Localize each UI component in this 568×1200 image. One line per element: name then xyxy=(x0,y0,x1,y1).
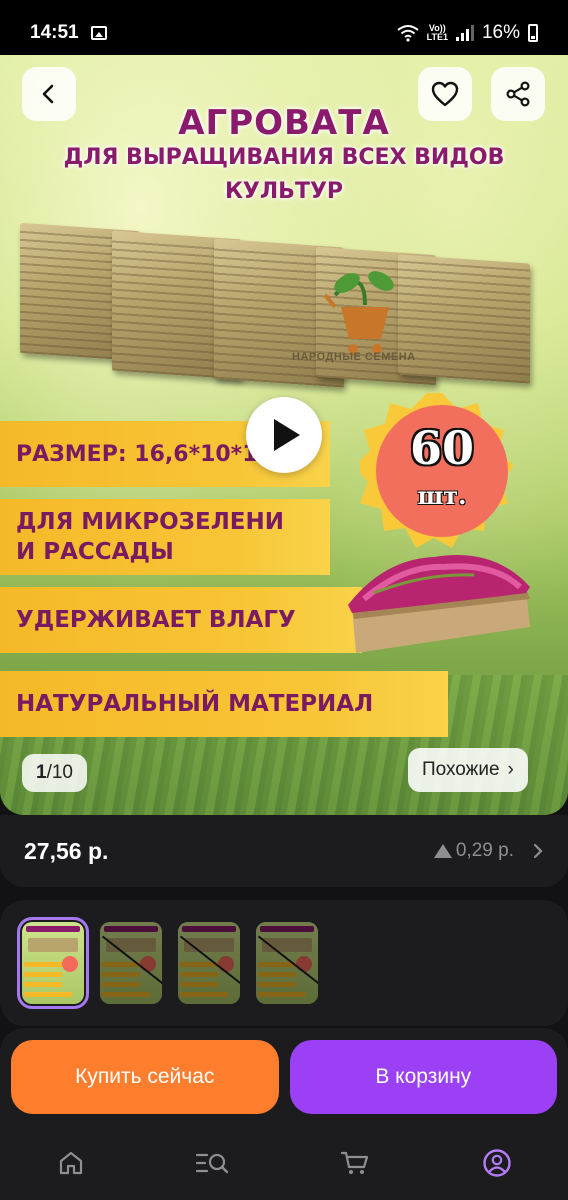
material-banner: НАТУРАЛЬНЫЙ МАТЕРИАЛ xyxy=(0,671,448,737)
price-row[interactable]: 27,56 р. 0,29 р. xyxy=(0,815,568,887)
material-banner-text: НАТУРАЛЬНЫЙ МАТЕРИАЛ xyxy=(16,691,374,717)
use-banner: ДЛЯ МИКРОЗЕЛЕНИ И РАССАДЫ xyxy=(0,499,330,575)
product-image-title: АГРОВАТА xyxy=(178,103,390,143)
bottom-navigation xyxy=(0,1126,568,1200)
nav-catalog[interactable] xyxy=(189,1139,237,1187)
heart-icon xyxy=(431,81,459,107)
similar-products-button[interactable]: Похожие › xyxy=(408,748,528,792)
add-to-cart-button[interactable]: В корзину xyxy=(289,1040,557,1114)
use-banner-line1: ДЛЯ МИКРОЗЕЛЕНИ xyxy=(16,509,285,535)
product-image-subtitle-line2: КУЛЬТУР xyxy=(224,179,344,204)
price-change-value: 0,29 р. xyxy=(455,840,514,861)
image-thumbnails xyxy=(0,900,568,1026)
product-image-subtitle-line1: ДЛЯ ВЫРАЩИВАНИЯ ВСЕХ ВИДОВ xyxy=(63,145,505,170)
thumbnail-4[interactable] xyxy=(256,922,318,1004)
product-screen: 14:51 Vo)) LTE1 16% АГРОВАТА ДЛЯ ВЫРАЩИВ… xyxy=(0,0,568,1200)
thumbnail-3[interactable] xyxy=(178,922,240,1004)
signal-icon xyxy=(455,25,474,41)
gallery-notification-icon xyxy=(90,26,107,40)
image-counter: 1 / 10 xyxy=(22,754,87,792)
wifi-icon xyxy=(397,25,419,42)
use-banner-text: ДЛЯ МИКРОЗЕЛЕНИ И РАССАДЫ xyxy=(16,507,284,567)
purchase-actions: Купить сейчас В корзину xyxy=(0,1028,568,1126)
chevron-left-icon xyxy=(42,84,54,104)
price-up-icon xyxy=(433,844,452,858)
chevron-right-icon: › xyxy=(507,759,514,780)
catalog-search-icon xyxy=(195,1153,229,1174)
brand-logo-text: НАРОДНЫЕ СЕМЕНА xyxy=(292,351,416,363)
share-button[interactable] xyxy=(491,67,545,121)
microgreens-image xyxy=(348,555,530,653)
similar-products-label: Похожие xyxy=(422,759,500,780)
lte-label: LTE1 xyxy=(426,32,448,42)
thumbnail-1[interactable] xyxy=(17,917,89,1009)
nav-profile[interactable] xyxy=(473,1139,521,1187)
home-icon xyxy=(59,1151,83,1175)
image-counter-total: 10 xyxy=(51,762,73,783)
brand-logo-icon xyxy=(323,271,394,354)
status-time: 14:51 xyxy=(30,22,79,43)
profile-icon xyxy=(483,1149,511,1177)
battery-icon xyxy=(528,24,538,42)
product-price: 27,56 р. xyxy=(24,837,109,864)
status-indicators: Vo)) LTE1 16% xyxy=(397,22,538,44)
price-change[interactable]: 0,29 р. xyxy=(433,840,544,862)
nav-cart[interactable] xyxy=(331,1139,379,1187)
buy-now-button[interactable]: Купить сейчас xyxy=(11,1040,279,1114)
back-button[interactable] xyxy=(22,67,76,121)
cart-icon xyxy=(340,1151,369,1174)
chevron-right-icon xyxy=(533,843,543,859)
image-counter-current: 1 xyxy=(36,762,47,783)
moisture-banner-text: УДЕРЖИВАЕТ ВЛАГУ xyxy=(16,607,296,633)
moisture-banner: УДЕРЖИВАЕТ ВЛАГУ xyxy=(0,587,362,653)
share-icon xyxy=(506,81,530,107)
play-video-button[interactable] xyxy=(246,397,322,473)
favorite-button[interactable] xyxy=(418,67,472,121)
quantity-badge-unit: шт. xyxy=(417,481,467,510)
battery-percent: 16% xyxy=(481,22,520,43)
network-type: Vo)) LTE1 xyxy=(427,24,448,42)
nav-home[interactable] xyxy=(47,1139,95,1187)
use-banner-line2: И РАССАДЫ xyxy=(16,539,174,565)
product-image-gallery[interactable]: АГРОВАТА ДЛЯ ВЫРАЩИВАНИЯ ВСЕХ ВИДОВ КУЛЬ… xyxy=(0,55,568,815)
quantity-badge-number: 60 xyxy=(409,421,474,475)
thumbnail-2[interactable] xyxy=(100,922,162,1004)
